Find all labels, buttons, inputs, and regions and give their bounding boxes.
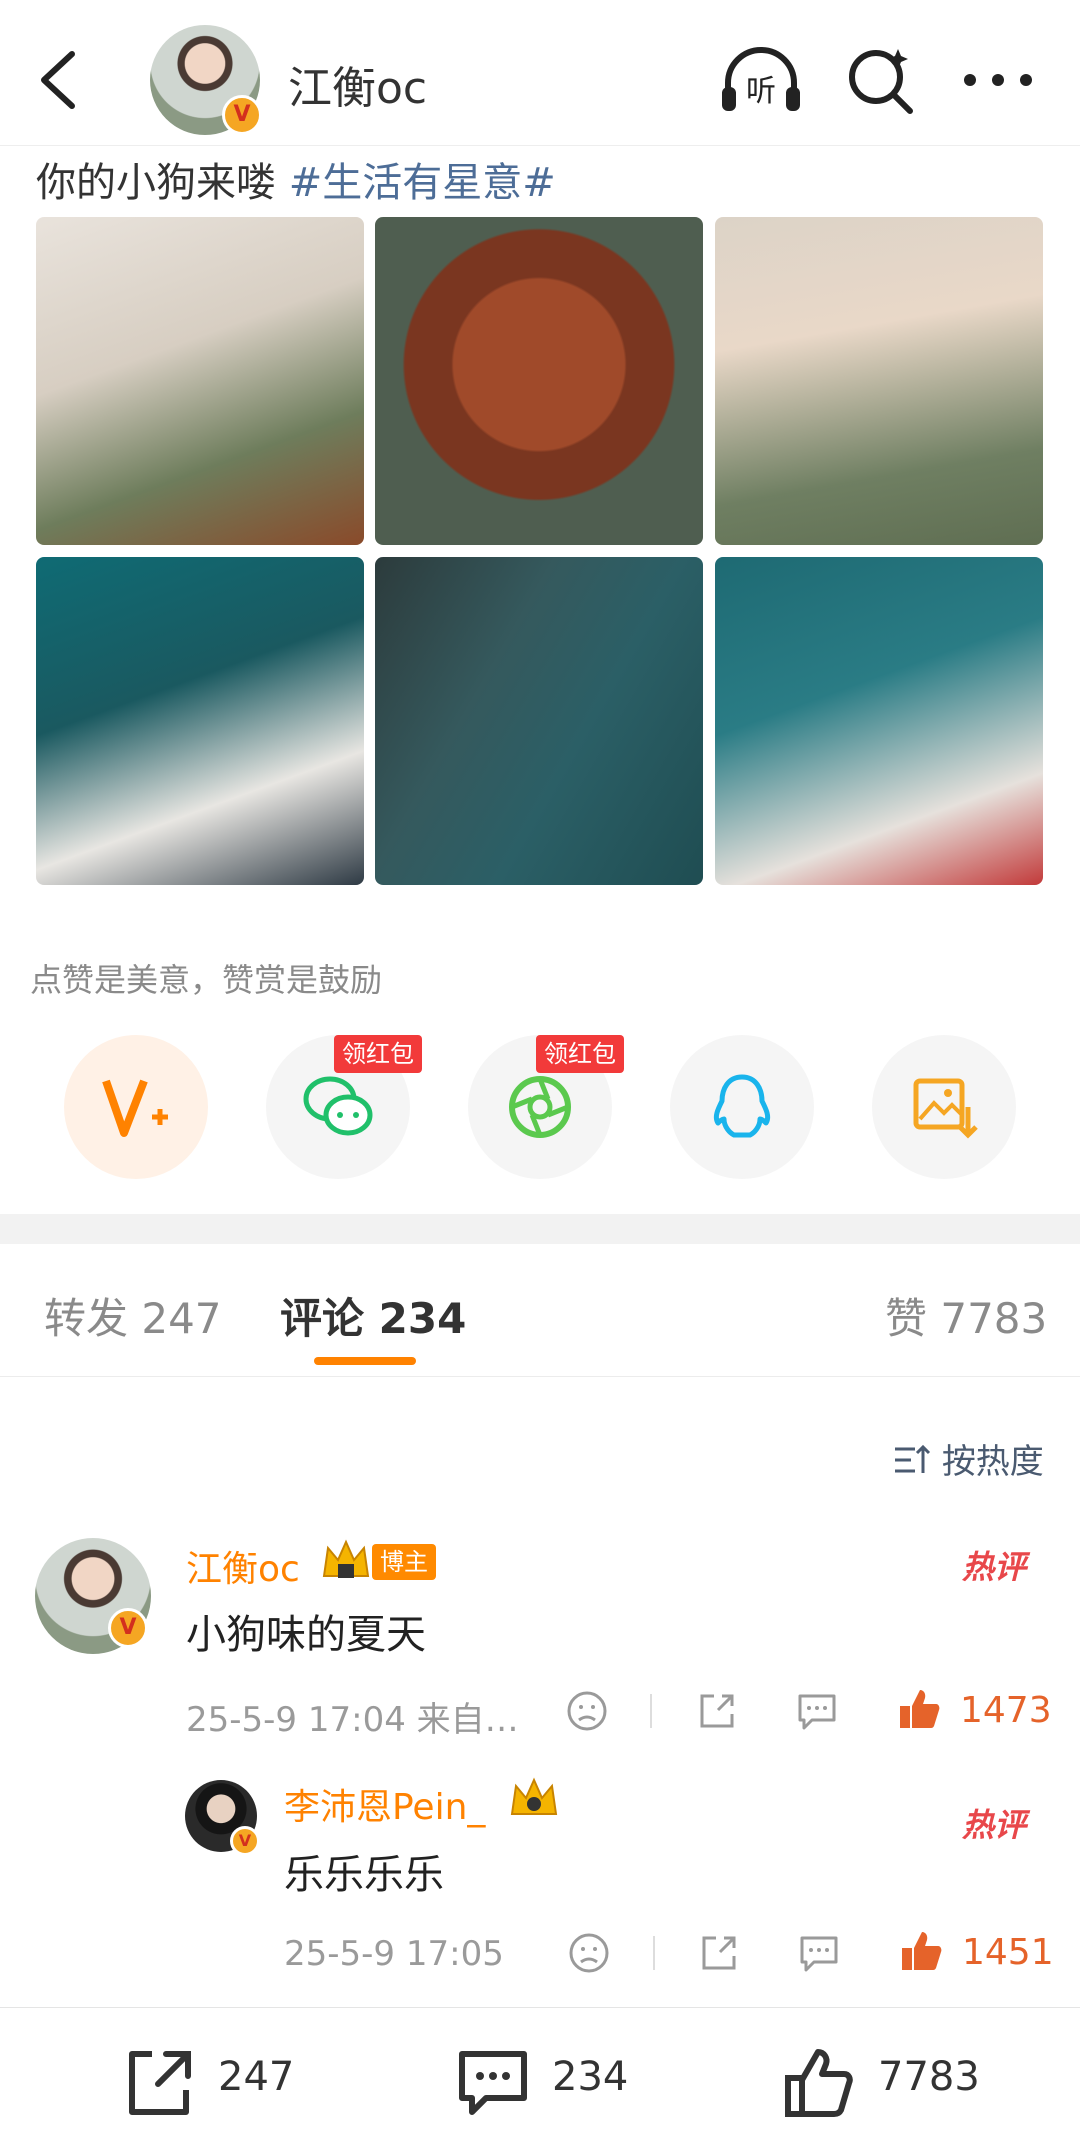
blogger-badge: 博主 [372, 1544, 436, 1580]
back-button[interactable] [30, 40, 90, 120]
post-body: 你的小狗来喽 [36, 160, 289, 206]
moments-redpacket-badge: 领红包 [536, 1035, 624, 1073]
wechat-icon [303, 1076, 373, 1136]
reply-icon[interactable] [796, 1690, 838, 1732]
qq-penguin-icon [713, 1074, 771, 1138]
post-text: 你的小狗来喽 #生活有星意# [36, 150, 556, 208]
top-bar: V 江衡oc 听 [0, 0, 1080, 146]
vplus-reward-button[interactable] [64, 1035, 208, 1179]
post-photo-6[interactable] [715, 557, 1043, 885]
hot-comment-badge: 热评 [962, 1806, 1027, 1844]
more-button[interactable] [960, 55, 1040, 105]
bottom-action-bar: 247 234 7783 [0, 2007, 1080, 2138]
svg-text:听: 听 [746, 74, 776, 109]
meta-divider [653, 1936, 655, 1970]
more-dots-icon [964, 74, 1032, 86]
sort-button[interactable]: 按热度 [893, 1434, 1044, 1483]
comment-count: 234 [552, 2054, 629, 2100]
like-count: 1473 [960, 1690, 1052, 1731]
like-button[interactable]: 7783 [782, 2008, 1002, 2138]
hashtag-link[interactable]: #生活有星意# [289, 160, 556, 206]
comment-bubble-icon [459, 2051, 527, 2115]
comment-author-name[interactable]: 江衡oc [186, 1540, 300, 1592]
chevron-left-icon [41, 51, 75, 109]
comment-button[interactable]: 234 [456, 2008, 656, 2138]
verified-badge-icon: V [230, 1826, 260, 1856]
like-thumb-icon[interactable] [898, 1928, 944, 1974]
share-icon[interactable] [698, 1932, 740, 1974]
crown-icon [510, 1777, 558, 1815]
hot-comment-badge: 热评 [962, 1548, 1027, 1586]
thumbs-up-icon [785, 2049, 853, 2117]
comment-meta: 25-5-9 17:04 来自… [186, 1700, 519, 1740]
verified-badge-icon: V [222, 95, 262, 135]
listen-button[interactable]: 听 [718, 45, 804, 115]
qq-share-button[interactable] [670, 1035, 814, 1179]
sort-icon [895, 1444, 931, 1473]
post-photo-1[interactable] [36, 217, 364, 545]
search-button[interactable] [846, 45, 916, 115]
save-image-button[interactable] [872, 1035, 1016, 1179]
post-photo-3[interactable] [715, 217, 1043, 545]
post-photo-2[interactable] [375, 217, 703, 545]
reward-prompt: 点赞是美意，赞赏是鼓励 [30, 961, 383, 999]
headphones-icon: 听 [722, 47, 800, 111]
like-count: 1451 [962, 1932, 1054, 1973]
share-icon[interactable] [696, 1690, 738, 1732]
crown-icon [322, 1539, 370, 1578]
dislike-face-icon[interactable] [568, 1932, 610, 1974]
repost-count: 247 [218, 2054, 295, 2100]
repost-button[interactable]: 247 [122, 2008, 322, 2138]
save-image-icon [913, 1078, 978, 1139]
tab-reposts[interactable]: 转发 247 [44, 1285, 222, 1346]
section-divider [0, 1214, 1080, 1244]
post-photo-5[interactable] [375, 557, 703, 885]
like-total-count: 7783 [878, 2054, 980, 2100]
v-plus-icon [102, 1079, 168, 1137]
like-thumb-icon[interactable] [896, 1686, 942, 1732]
tab-comments[interactable]: 评论 234 [280, 1285, 466, 1346]
sort-label: 按热度 [941, 1442, 1044, 1482]
search-sparkle-icon [849, 49, 913, 114]
reply-text: 乐乐乐乐 [284, 1852, 444, 1898]
reply-author-name[interactable]: 李沛恩Pein_ [284, 1778, 485, 1830]
verified-badge-icon: V [108, 1608, 148, 1648]
post-photo-4[interactable] [36, 557, 364, 885]
moments-aperture-icon [509, 1076, 571, 1138]
repost-share-icon [129, 2051, 191, 2115]
comment-text: 小狗味的夏天 [186, 1612, 426, 1658]
author-name[interactable]: 江衡oc [288, 52, 427, 116]
tab-likes[interactable]: 赞 7783 [885, 1285, 1047, 1346]
dislike-face-icon[interactable] [566, 1690, 608, 1732]
reply-icon[interactable] [798, 1932, 840, 1974]
meta-divider [650, 1694, 652, 1728]
reply-meta: 25-5-9 17:05 [284, 1934, 504, 1974]
wechat-redpacket-badge: 领红包 [334, 1035, 422, 1073]
active-tab-indicator [314, 1357, 416, 1365]
tab-divider [0, 1376, 1080, 1377]
